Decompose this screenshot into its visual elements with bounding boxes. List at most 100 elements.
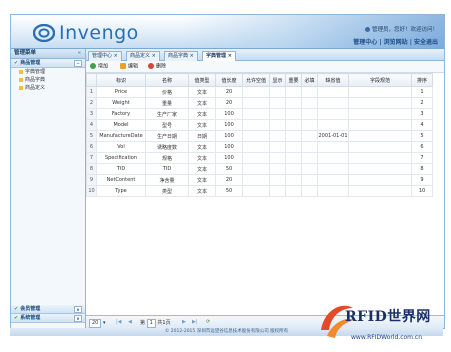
table-row[interactable]: 3 Factory 生产厂家 文本 100 3: [86, 108, 433, 120]
brand-name: Invengo: [59, 22, 139, 44]
cell-name: 价格: [145, 86, 189, 98]
table-row[interactable]: 9 NetContent 净含量 文本 20 9: [86, 174, 433, 186]
table-row[interactable]: 6 Vol 诱略度数 文本 100 6: [86, 141, 433, 153]
cell-empty: [285, 174, 302, 186]
table-row[interactable]: 5 ManufactureDate 生产日期 日期 100 2001-01-01 5: [86, 130, 433, 142]
sidebar-group-member[interactable]: ✔ 会员管理 ∨: [11, 305, 85, 314]
cell-len: 20: [215, 174, 243, 186]
cell-empty: [285, 86, 302, 98]
close-icon[interactable]: ×: [190, 53, 194, 59]
column-header[interactable]: 重要: [285, 73, 302, 87]
folder-icon: [19, 85, 23, 90]
cell-n: 8: [86, 163, 97, 175]
expand-toggle-icon[interactable]: ∨: [74, 315, 82, 322]
group-label: 会员管理: [20, 306, 41, 312]
edit-label: 编辑: [128, 63, 139, 70]
add-button[interactable]: 增加: [90, 63, 108, 70]
cell-sort: 2: [411, 97, 433, 109]
tab-dictionary-manage[interactable]: 字典管理 ×: [202, 51, 236, 61]
cell-sort: 6: [411, 141, 433, 153]
cell-empty: [348, 108, 412, 120]
cell-empty: [269, 97, 286, 109]
table-row[interactable]: 2 Weight 重量 文本 20 2: [86, 97, 433, 109]
delete-button[interactable]: 删除: [148, 63, 166, 70]
main-panel: 管理中心 × 商品定义 × 商品字典 × 字典管理 × 增加 编辑 删除 标识 …: [86, 49, 444, 328]
table-row[interactable]: 1 Price 价格 文本 20 1: [86, 86, 433, 98]
column-header[interactable]: 值长度: [215, 73, 243, 87]
cell-type: 文本: [188, 86, 216, 98]
cell-sort: 1: [411, 86, 433, 98]
cell-empty: [301, 141, 318, 153]
page-size-select[interactable]: 20 ▾: [89, 319, 105, 328]
cell-empty: [301, 152, 318, 164]
top-links[interactable]: 管理中心 | 浏览网站 | 安全退出: [353, 37, 438, 46]
collapse-icon[interactable]: «: [77, 49, 81, 58]
cell-empty: [348, 163, 412, 175]
tab-management-center[interactable]: 管理中心 ×: [88, 51, 122, 61]
column-header[interactable]: 字段规范: [348, 73, 412, 87]
cell-len: 100: [215, 141, 243, 153]
collapse-toggle-icon[interactable]: −: [74, 60, 82, 67]
cell-empty: [242, 163, 270, 175]
folder-icon: [19, 69, 23, 74]
table-row[interactable]: 10 Type 类型 文本 50 10: [86, 185, 433, 197]
column-header[interactable]: 值类型: [188, 73, 216, 87]
cell-empty: [348, 152, 412, 164]
table-row[interactable]: 7 Specification 规格 文本 100 7: [86, 152, 433, 164]
group-label: 商品管理: [20, 60, 41, 66]
watermark-text: RFID世界网: [345, 309, 431, 325]
column-header[interactable]: 显示: [269, 73, 286, 87]
check-icon: ✔: [14, 315, 19, 321]
cell-empty: [301, 185, 318, 197]
cell-id: Factory: [96, 108, 146, 120]
cell-n: 3: [86, 108, 97, 120]
column-header[interactable]: 缺省值: [317, 73, 349, 87]
expand-toggle-icon[interactable]: ∨: [74, 306, 82, 313]
cell-def: 2001-01-01: [317, 130, 349, 142]
close-icon[interactable]: ×: [152, 53, 156, 59]
next-page-icon[interactable]: ▶: [182, 319, 186, 326]
table-header-row: 标识 名称 值类型 值长度 允许空值 显示 重要 必填 缺省值 字段规范 排序: [86, 73, 433, 87]
sidebar-item-product-definition[interactable]: 商品定义: [11, 84, 85, 92]
cell-n: 4: [86, 119, 97, 131]
page-input[interactable]: 1: [146, 319, 156, 328]
edit-button[interactable]: 编辑: [120, 63, 138, 70]
cell-n: 5: [86, 130, 97, 142]
refresh-icon[interactable]: ⟳: [206, 319, 210, 326]
column-header[interactable]: 名称: [145, 73, 189, 87]
tab-product-definition[interactable]: 商品定义 ×: [126, 51, 160, 61]
cell-def: [317, 163, 349, 175]
invengo-logo-icon: [33, 24, 55, 42]
column-header[interactable]: 排序: [411, 73, 433, 87]
sidebar-bottom-groups: ✔ 会员管理 ∨ ✔ 系统管理 ∨: [11, 305, 85, 323]
sidebar-item-product-dictionary[interactable]: 商品字典: [11, 76, 85, 84]
table-row[interactable]: 4 Model 型号 文本 100 4: [86, 119, 433, 131]
cell-empty: [348, 130, 412, 142]
table-row[interactable]: 8 TID TID 文本 50 8: [86, 163, 433, 175]
column-header[interactable]: 允许空值: [242, 73, 270, 87]
tab-product-dictionary[interactable]: 商品字典 ×: [164, 51, 198, 61]
cell-len: 50: [215, 185, 243, 197]
cell-name: TID: [145, 163, 189, 175]
first-page-icon[interactable]: |◀: [116, 319, 122, 326]
cell-empty: [269, 119, 286, 131]
page-input-group: 第 1 共1页: [140, 319, 171, 328]
sidebar-group-product[interactable]: ✔ 商品管理 −: [11, 59, 85, 68]
close-icon[interactable]: ×: [114, 53, 118, 59]
prev-page-icon[interactable]: ◀: [128, 319, 132, 326]
sidebar-item-dictionary-manage[interactable]: 字典管理: [11, 68, 85, 76]
sidebar-group-system[interactable]: ✔ 系统管理 ∨: [11, 314, 85, 323]
cell-empty: [242, 108, 270, 120]
cell-empty: [242, 174, 270, 186]
cell-name: 型号: [145, 119, 189, 131]
last-page-icon[interactable]: ▶|: [192, 319, 198, 326]
cell-empty: [301, 174, 318, 186]
close-icon[interactable]: ×: [228, 53, 232, 59]
tab-label: 商品定义: [130, 53, 151, 59]
page-label: 第: [140, 320, 146, 326]
column-header[interactable]: 标识: [96, 73, 146, 87]
cell-empty: [285, 130, 302, 142]
column-header[interactable]: 必填: [301, 73, 318, 87]
cell-id: Type: [96, 185, 146, 197]
cell-empty: [285, 185, 302, 197]
